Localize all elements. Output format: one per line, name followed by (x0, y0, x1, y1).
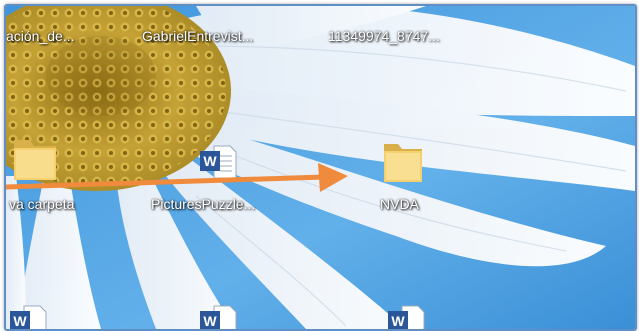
desktop-item-label[interactable]: 11349974_8747... (328, 28, 440, 44)
desktop-item-label[interactable]: ación_de... (6, 28, 75, 44)
desktop-wallpaper (6, 6, 635, 329)
desktop-item-label[interactable]: GabrielEntrevist... (142, 28, 253, 44)
svg-text:W: W (203, 313, 217, 329)
screenshot-frame: ación_de... GabrielEntrevist... 11349974… (4, 4, 637, 331)
desktop-item-label[interactable]: va carpeta (9, 196, 74, 212)
folder-icon[interactable] (382, 138, 424, 186)
desktop-item-label[interactable]: PicturesPuzzle... (151, 196, 255, 212)
word-document-icon[interactable]: W (8, 304, 48, 331)
svg-text:W: W (391, 313, 405, 329)
svg-text:W: W (203, 153, 217, 169)
svg-text:W: W (13, 313, 27, 329)
word-document-icon[interactable]: W (198, 304, 238, 331)
desktop-item-label[interactable]: NVDA (380, 196, 419, 212)
folder-icon[interactable] (12, 134, 58, 184)
word-document-icon[interactable]: W (386, 304, 426, 331)
word-document-icon[interactable]: W (198, 144, 238, 180)
